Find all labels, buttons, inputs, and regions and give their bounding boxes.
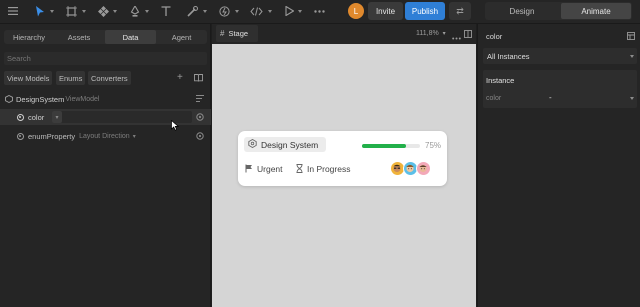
tab-hierarchy[interactable]: Hierarchy bbox=[4, 30, 54, 44]
tag-urgent: Urgent bbox=[245, 163, 283, 175]
stage-tab-label: Stage bbox=[228, 29, 249, 38]
hash-icon: # bbox=[220, 29, 225, 38]
pointer-caret-icon[interactable] bbox=[50, 10, 54, 13]
pointer-icon[interactable] bbox=[31, 3, 49, 19]
progress-bar bbox=[362, 144, 420, 148]
tag-urgent-label: Urgent bbox=[257, 164, 283, 174]
chip-converters[interactable]: Converters bbox=[88, 71, 131, 85]
progress-fill bbox=[362, 144, 406, 148]
user-avatar[interactable]: L bbox=[348, 3, 364, 19]
more-icon[interactable] bbox=[310, 3, 328, 19]
stage-canvas[interactable]: Design System 75% Urgent In Progress bbox=[212, 44, 476, 307]
task-card[interactable]: Design System 75% Urgent In Progress bbox=[238, 131, 447, 186]
play-icon[interactable] bbox=[280, 3, 298, 19]
zoom-level[interactable]: 111,8% ▾ bbox=[416, 30, 446, 37]
color-type-dropdown[interactable]: ▾ bbox=[52, 111, 62, 123]
publish-button[interactable]: Publish bbox=[405, 2, 445, 20]
property-name: enumProperty bbox=[28, 131, 76, 141]
progress-label: 75% bbox=[425, 141, 442, 150]
stage-tab[interactable]: # Stage bbox=[216, 25, 258, 42]
zoom-value: 111,8% bbox=[416, 30, 439, 37]
property-radio-icon bbox=[17, 113, 24, 121]
design-mode-button[interactable]: Design bbox=[485, 2, 559, 20]
tag-in-progress: In Progress bbox=[296, 163, 350, 175]
chip-view-models[interactable]: View Models bbox=[4, 71, 53, 85]
property-settings-icon[interactable] bbox=[196, 113, 204, 123]
property-row-color[interactable]: color ▾ bbox=[0, 109, 211, 125]
app-window: L Invite Publish ⇄ Design Animate Hierar… bbox=[0, 0, 640, 307]
property-settings-icon[interactable] bbox=[196, 132, 204, 142]
flag-icon bbox=[245, 164, 253, 175]
search-input[interactable] bbox=[4, 52, 207, 65]
components-icon[interactable] bbox=[94, 3, 112, 19]
left-panel: Hierarchy Assets Data Agent View Models … bbox=[0, 24, 211, 307]
instance-section-title: Instance bbox=[486, 76, 515, 85]
card-title-pill: Design System bbox=[244, 137, 326, 152]
swap-icon[interactable]: ⇄ bbox=[449, 2, 471, 20]
animate-mode-button[interactable]: Animate bbox=[561, 3, 631, 19]
instance-field-label: color bbox=[486, 95, 502, 102]
mouse-cursor-icon bbox=[171, 119, 180, 133]
property-row-enum[interactable]: enumProperty Layout Direction ▾ bbox=[0, 128, 211, 144]
play-caret-icon[interactable] bbox=[298, 10, 302, 13]
mode-toggle: Design Animate bbox=[485, 2, 632, 20]
panel-tabs: Hierarchy Assets Data Agent bbox=[4, 30, 207, 44]
viewmodel-type: ViewModel bbox=[65, 95, 100, 103]
assignee-avatar bbox=[416, 161, 431, 176]
hourglass-icon bbox=[296, 163, 303, 175]
instances-select[interactable]: All Instances bbox=[483, 48, 637, 64]
shape-tools-caret-icon[interactable] bbox=[203, 10, 207, 13]
tab-data[interactable]: Data bbox=[105, 30, 156, 44]
code-icon[interactable] bbox=[247, 3, 265, 19]
frame-caret-icon[interactable] bbox=[82, 10, 86, 13]
viewmodel-name: DesignSystem bbox=[16, 94, 65, 104]
chevron-down-icon bbox=[630, 55, 634, 58]
frame-icon[interactable] bbox=[62, 3, 80, 19]
viewmodel-icon bbox=[5, 94, 13, 104]
property-type: Layout Direction bbox=[79, 132, 130, 140]
enum-dropdown-caret-icon[interactable]: ▾ bbox=[133, 133, 136, 140]
pen-icon[interactable] bbox=[126, 3, 144, 19]
pen-caret-icon[interactable] bbox=[145, 10, 149, 13]
inspector-title: color bbox=[486, 32, 503, 41]
code-caret-icon[interactable] bbox=[268, 10, 272, 13]
chevron-down-icon[interactable] bbox=[630, 97, 634, 100]
property-radio-icon bbox=[17, 132, 24, 140]
stage-more-icon[interactable] bbox=[452, 33, 461, 42]
card-title: Design System bbox=[261, 139, 319, 150]
right-panel bbox=[477, 24, 640, 307]
tab-agent[interactable]: Agent bbox=[156, 30, 207, 44]
instance-section: Instance color - bbox=[483, 70, 637, 108]
constraints-icon[interactable] bbox=[215, 3, 233, 19]
instances-select-value: All Instances bbox=[487, 51, 530, 61]
tab-assets[interactable]: Assets bbox=[54, 30, 104, 44]
sort-icon[interactable] bbox=[196, 95, 205, 104]
tag-in-progress-label: In Progress bbox=[307, 164, 351, 174]
instance-field-value[interactable]: - bbox=[549, 93, 552, 102]
constraints-caret-icon[interactable] bbox=[235, 10, 239, 13]
inspector-panel-icon[interactable] bbox=[627, 32, 635, 42]
plus-icon[interactable]: + bbox=[177, 73, 183, 83]
chip-enums[interactable]: Enums bbox=[56, 71, 86, 85]
invite-button[interactable]: Invite bbox=[368, 2, 403, 20]
book-icon[interactable] bbox=[194, 74, 203, 85]
viewmodel-row[interactable]: DesignSystem ViewModel bbox=[0, 91, 211, 107]
components-caret-icon[interactable] bbox=[113, 10, 117, 13]
stage-layout-icon[interactable] bbox=[464, 30, 472, 40]
property-name: color bbox=[28, 112, 45, 122]
menu-icon[interactable] bbox=[4, 3, 22, 19]
shape-tools-icon[interactable] bbox=[183, 3, 201, 19]
text-icon[interactable] bbox=[157, 3, 175, 19]
zoom-caret-icon[interactable]: ▾ bbox=[443, 31, 446, 37]
design-system-icon bbox=[248, 138, 257, 150]
top-toolbar: L Invite Publish ⇄ Design Animate bbox=[0, 0, 640, 24]
